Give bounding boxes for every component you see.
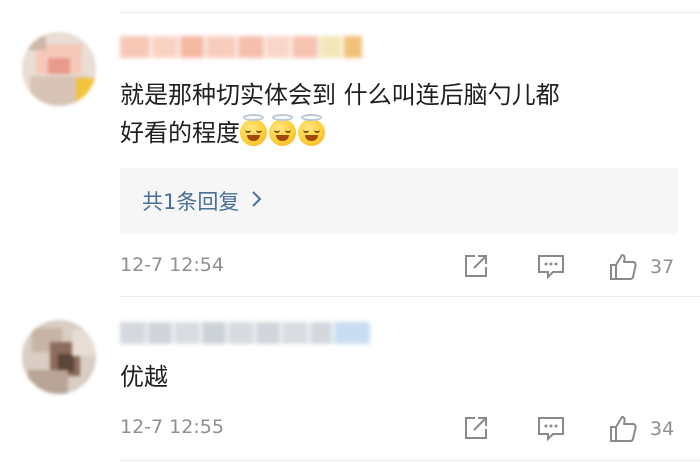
comment-icon — [538, 417, 564, 442]
username-blurred[interactable] — [120, 322, 370, 344]
comment-text-line: 好看的程度 — [120, 114, 680, 152]
comment-text: 就是那种切实体会到 什么叫连后脑勺儿都 好看的程度 — [120, 76, 680, 152]
timestamp: 12-7 12:54 — [120, 254, 224, 276]
comment-meta: 12-7 12:55 34 — [120, 414, 700, 444]
share-button[interactable] — [462, 252, 490, 280]
like-button[interactable]: 34 — [608, 414, 674, 444]
avatar[interactable] — [22, 32, 96, 106]
comment-text-line: 就是那种切实体会到 什么叫连后脑勺儿都 — [120, 81, 560, 109]
comment-text-fragment: 好看的程度 — [120, 119, 240, 147]
like-count: 37 — [650, 256, 675, 278]
timestamp: 12-7 12:55 — [120, 416, 224, 438]
thumbs-up-icon — [610, 416, 637, 442]
comment-meta: 12-7 12:54 37 — [120, 252, 700, 282]
comment-text: 优越 — [120, 358, 680, 396]
comment-icon — [538, 255, 564, 280]
chevron-right-icon — [251, 189, 263, 213]
top-divider — [120, 12, 700, 13]
username-blurred[interactable] — [120, 36, 362, 58]
bottom-divider — [120, 460, 700, 461]
like-button[interactable]: 37 — [608, 252, 674, 282]
like-count: 34 — [650, 418, 675, 440]
share-icon — [465, 255, 487, 277]
halo-smile-icon — [269, 114, 296, 146]
share-icon — [465, 417, 487, 439]
comment-text-line: 优越 — [120, 363, 168, 391]
halo-smile-icon — [240, 114, 267, 146]
comment-button[interactable] — [536, 414, 566, 442]
comment-button[interactable] — [536, 252, 566, 280]
halo-smile-icon — [298, 114, 325, 146]
comment-divider — [120, 296, 700, 297]
thumbs-up-icon — [610, 254, 637, 280]
share-button[interactable] — [462, 414, 490, 442]
avatar[interactable] — [22, 320, 96, 394]
view-replies-label: 共1条回复 — [142, 190, 240, 214]
view-replies-button[interactable]: 共1条回复 — [120, 168, 678, 234]
